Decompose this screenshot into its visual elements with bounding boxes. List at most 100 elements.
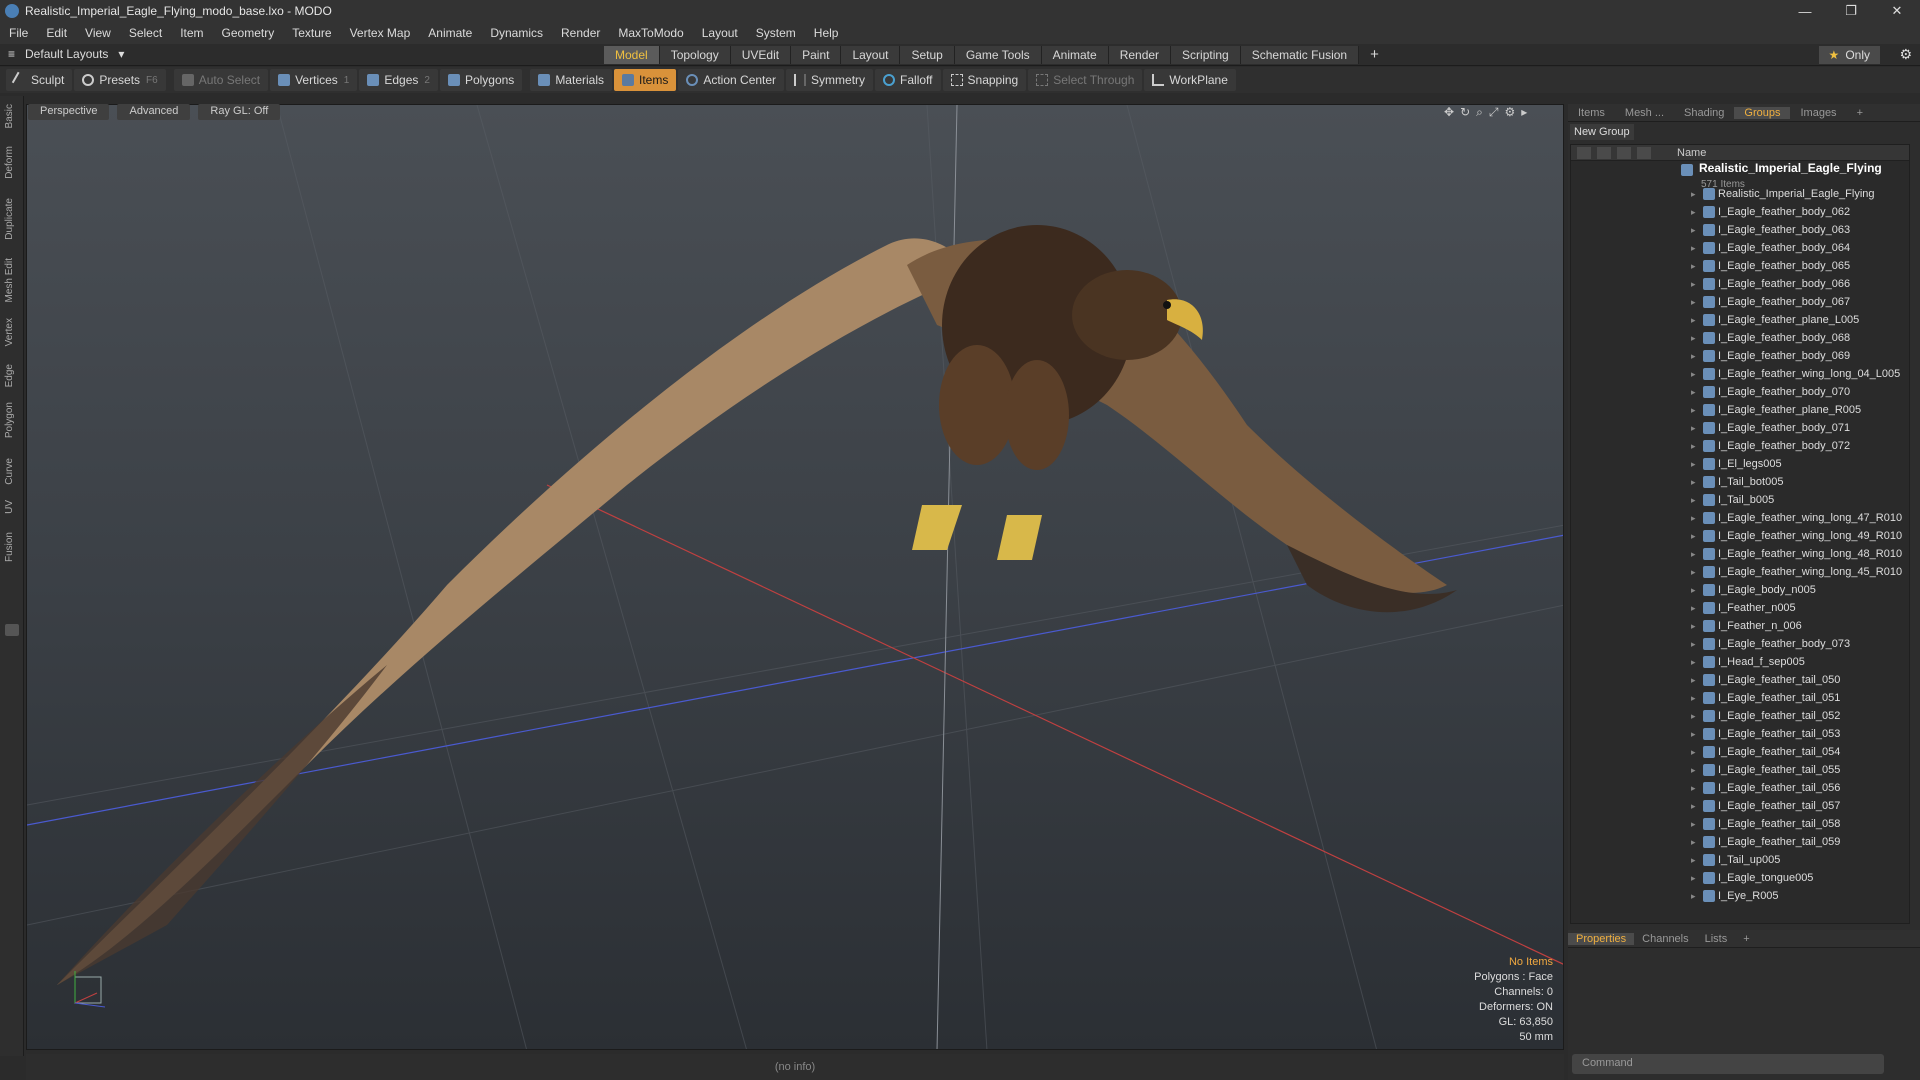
panel-toggle-icon[interactable] (5, 624, 19, 636)
list-item[interactable]: ▸ I_Eagle_feather_body_069 (1571, 347, 1909, 365)
list-item[interactable]: ▸ I_Eagle_feather_plane_R005 (1571, 401, 1909, 419)
list-item[interactable]: ▸ I_Tail_bot005 (1571, 473, 1909, 491)
tab-channels[interactable]: Channels (1634, 933, 1696, 945)
command-input[interactable]: Command (1572, 1054, 1884, 1074)
rotate-icon[interactable]: ↻ (1460, 105, 1470, 120)
list-item[interactable]: ▸ I_Eagle_feather_tail_053 (1571, 725, 1909, 743)
tab-properties[interactable]: Properties (1568, 932, 1635, 945)
tab-model[interactable]: Model (604, 46, 660, 64)
eagle-model[interactable] (57, 225, 1457, 985)
zoom-icon[interactable]: ⌕ (1476, 105, 1483, 120)
menu-view[interactable]: View (76, 26, 120, 40)
menu-maxtomodo[interactable]: MaxToModo (609, 26, 692, 40)
add-panel-tab-icon[interactable]: + (1847, 107, 1873, 119)
pan-icon[interactable]: ✥ (1444, 105, 1454, 120)
menu-file[interactable]: File (0, 26, 37, 40)
group-header[interactable]: Realistic_Imperial_Eagle_Flying 571 Item… (1571, 161, 1909, 190)
tab-render[interactable]: Render (1108, 46, 1172, 64)
tab-setup[interactable]: Setup (900, 46, 955, 64)
list-item[interactable]: ▸ I_Eagle_feather_body_071 (1571, 419, 1909, 437)
restore-icon[interactable]: ❐ (1828, 0, 1874, 22)
list-item[interactable]: ▸ I_Eye_R005 (1571, 887, 1909, 905)
tab-groups[interactable]: Groups (1734, 106, 1791, 119)
list-item[interactable]: ▸ I_Eagle_feather_tail_054 (1571, 743, 1909, 761)
menu-select[interactable]: Select (120, 26, 171, 40)
tab-paint[interactable]: Paint (791, 46, 842, 64)
list-item[interactable]: ▸ I_Eagle_feather_tail_059 (1571, 833, 1909, 851)
list-item[interactable]: ▸ I_Eagle_feather_tail_055 (1571, 761, 1909, 779)
close-icon[interactable]: ✕ (1874, 0, 1920, 22)
auto-select-button[interactable]: Auto Select (173, 69, 269, 91)
list-item[interactable]: ▸ I_Eagle_feather_wing_long_48_R010 (1571, 545, 1909, 563)
only-toggle[interactable]: ★ Only (1818, 46, 1880, 64)
menu-edit[interactable]: Edit (37, 26, 76, 40)
list-item[interactable]: ▸ I_Eagle_body_n005 (1571, 581, 1909, 599)
action-center-button[interactable]: Action Center (678, 69, 785, 91)
menu-geometry[interactable]: Geometry (213, 26, 284, 40)
menu-layout[interactable]: Layout (693, 26, 747, 40)
list-item[interactable]: ▸ I_Tail_b005 (1571, 491, 1909, 509)
tab-vertex[interactable]: Vertex (4, 318, 15, 346)
tab-scripting[interactable]: Scripting (1171, 46, 1241, 64)
eye-icon[interactable] (1577, 146, 1591, 159)
minimize-icon[interactable]: — (1782, 0, 1828, 22)
list-item[interactable]: ▸ I_Eagle_feather_body_068 (1571, 329, 1909, 347)
items-button[interactable]: Items (614, 69, 677, 91)
falloff-button[interactable]: Falloff (875, 69, 941, 91)
list-item[interactable]: ▸ I_Eagle_feather_body_066 (1571, 275, 1909, 293)
tab-mesh-edit[interactable]: Mesh Edit (4, 258, 15, 302)
symmetry-button[interactable]: Symmetry (786, 69, 874, 91)
tab-layout[interactable]: Layout (841, 46, 901, 64)
tab-curve[interactable]: Curve (4, 458, 15, 485)
vertices-button[interactable]: Vertices 1 (270, 69, 358, 91)
polygons-button[interactable]: Polygons (439, 69, 523, 91)
select-through-button[interactable]: Select Through (1028, 69, 1143, 91)
list-item[interactable]: ▸ I_Eagle_feather_body_070 (1571, 383, 1909, 401)
tab-basic[interactable]: Basic (4, 104, 15, 128)
menu-dynamics[interactable]: Dynamics (481, 26, 552, 40)
tab-game-tools[interactable]: Game Tools (954, 46, 1042, 64)
list-item[interactable]: ▸ I_Eagle_feather_tail_058 (1571, 815, 1909, 833)
gear-icon[interactable]: ⚙ (1899, 46, 1912, 63)
menu-vertex-map[interactable]: Vertex Map (341, 26, 420, 40)
lock-icon[interactable] (1597, 146, 1611, 159)
menu-texture[interactable]: Texture (283, 26, 340, 40)
list-item[interactable]: ▸ I_El_legs005 (1571, 455, 1909, 473)
list-item[interactable]: ▸ I_Eagle_feather_body_065 (1571, 257, 1909, 275)
list-item[interactable]: ▸ I_Eagle_tongue005 (1571, 869, 1909, 887)
list-item[interactable]: ▸ I_Eagle_feather_body_073 (1571, 635, 1909, 653)
list-item[interactable]: ▸ I_Tail_up005 (1571, 851, 1909, 869)
menu-render[interactable]: Render (552, 26, 609, 40)
list-item[interactable]: ▸ I_Feather_n_006 (1571, 617, 1909, 635)
list-item[interactable]: ▸ I_Eagle_feather_body_063 (1571, 221, 1909, 239)
tab-schematic-fusion[interactable]: Schematic Fusion (1240, 46, 1360, 64)
list-item[interactable]: ▸ I_Eagle_feather_body_064 (1571, 239, 1909, 257)
list-item[interactable]: ▸ I_Eagle_feather_plane_L005 (1571, 311, 1909, 329)
sculpt-button[interactable]: Sculpt (6, 69, 73, 91)
shading-dropdown[interactable]: Advanced (117, 104, 191, 120)
new-group-button[interactable]: New Group (1570, 124, 1634, 140)
list-item[interactable]: ▸ I_Eagle_feather_tail_056 (1571, 779, 1909, 797)
menu-item[interactable]: Item (171, 26, 212, 40)
tab-shading[interactable]: Shading (1674, 107, 1734, 119)
viewport-expand-icon[interactable]: ▸ (1521, 105, 1527, 120)
presets-button[interactable]: Presets F6 (74, 69, 166, 91)
tab-images[interactable]: Images (1790, 107, 1846, 119)
raygl-toggle[interactable]: Ray GL: Off (198, 104, 281, 120)
snapping-button[interactable]: Snapping (942, 69, 1027, 91)
default-layouts-dropdown[interactable]: ≡ Default Layouts ▾ (8, 47, 124, 61)
tab-items[interactable]: Items (1568, 107, 1615, 119)
groups-list[interactable]: Name Realistic_Imperial_Eagle_Flying 571… (1570, 144, 1910, 924)
list-item[interactable]: ▸ I_Eagle_feather_wing_long_49_R010 (1571, 527, 1909, 545)
list-item[interactable]: ▸ I_Eagle_feather_body_072 (1571, 437, 1909, 455)
list-item[interactable]: ▸ I_Eagle_feather_tail_050 (1571, 671, 1909, 689)
list-item[interactable]: ▸ I_Eagle_feather_tail_051 (1571, 689, 1909, 707)
tab-animate[interactable]: Animate (1041, 46, 1109, 64)
list-item[interactable]: ▸ I_Eagle_feather_wing_long_04_L005 (1571, 365, 1909, 383)
menu-system[interactable]: System (747, 26, 805, 40)
list-item[interactable]: ▸ I_Eagle_feather_wing_long_45_R010 (1571, 563, 1909, 581)
list-item[interactable]: ▸ I_Eagle_feather_wing_long_47_R010 (1571, 509, 1909, 527)
fit-icon[interactable]: ⤢ (1489, 105, 1499, 120)
tab-deform[interactable]: Deform (4, 146, 15, 179)
tab-duplicate[interactable]: Duplicate (4, 198, 15, 240)
